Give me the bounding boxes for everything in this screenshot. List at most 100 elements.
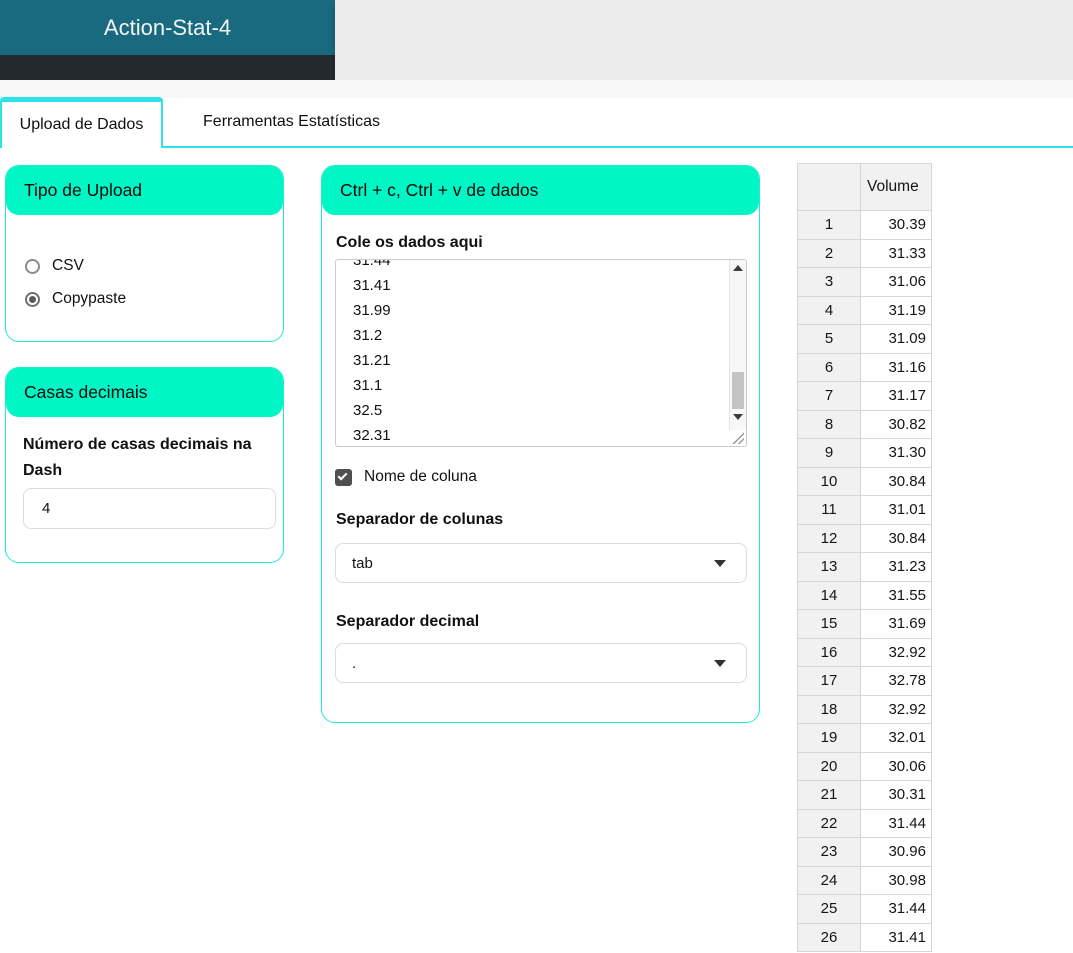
table-row: 2030.06 (798, 752, 932, 781)
row-value-cell[interactable]: 30.31 (861, 781, 932, 810)
row-index-cell: 16 (798, 638, 861, 667)
table-row: 931.30 (798, 439, 932, 468)
row-index-cell: 26 (798, 923, 861, 952)
card-title: Tipo de Upload (24, 180, 142, 201)
table-row: 1431.55 (798, 581, 932, 610)
radio-option-copypaste[interactable]: Copypaste (25, 290, 283, 308)
decimal-separator-dropdown[interactable]: . (335, 643, 747, 683)
column-name-checkbox[interactable] (335, 469, 352, 486)
row-value-cell[interactable]: 30.96 (861, 838, 932, 867)
paste-textarea-content: 31.44 31.41 31.99 31.2 31.21 31.1 32.5 3… (336, 259, 746, 447)
radio-option-csv[interactable]: CSV (25, 257, 283, 275)
decimals-input[interactable]: 4 (23, 488, 276, 529)
resize-grip-icon[interactable] (731, 431, 744, 444)
row-index-cell: 18 (798, 695, 861, 724)
row-value-cell[interactable]: 30.84 (861, 524, 932, 553)
scroll-up-icon[interactable] (733, 265, 743, 271)
row-index-cell: 21 (798, 781, 861, 810)
row-index-cell: 4 (798, 296, 861, 325)
row-index-cell: 15 (798, 610, 861, 639)
row-index-cell: 14 (798, 581, 861, 610)
row-value-cell[interactable]: 31.19 (861, 296, 932, 325)
checkbox-label: Nome de coluna (364, 468, 477, 486)
table-row: 130.39 (798, 211, 932, 240)
row-index-cell: 22 (798, 809, 861, 838)
scroll-down-icon[interactable] (733, 414, 743, 420)
paste-data-card: Ctrl + c, Ctrl + v de dados Cole os dado… (321, 165, 760, 723)
table-row: 1732.78 (798, 667, 932, 696)
table-row: 1832.92 (798, 695, 932, 724)
table-row: 1531.69 (798, 610, 932, 639)
table-row: 631.16 (798, 353, 932, 382)
textarea-scrollbar[interactable] (729, 260, 746, 430)
radio-label: Copypaste (52, 290, 126, 308)
row-value-cell[interactable]: 31.41 (861, 923, 932, 952)
app-logo-banner: Action-Stat-4 (0, 0, 335, 55)
row-value-cell[interactable]: 31.33 (861, 239, 932, 268)
row-value-cell[interactable]: 32.78 (861, 667, 932, 696)
chevron-down-icon (714, 560, 726, 567)
row-value-cell[interactable]: 31.55 (861, 581, 932, 610)
row-index-cell: 17 (798, 667, 861, 696)
row-value-cell[interactable]: 31.23 (861, 553, 932, 582)
row-index-cell: 9 (798, 439, 861, 468)
row-value-cell[interactable]: 30.39 (861, 211, 932, 240)
volume-column-header: Volume (861, 164, 932, 211)
radio-icon[interactable] (25, 292, 40, 307)
radio-icon[interactable] (25, 259, 40, 274)
row-value-cell[interactable]: 31.01 (861, 496, 932, 525)
row-value-cell[interactable]: 30.06 (861, 752, 932, 781)
radio-label: CSV (52, 257, 84, 275)
column-separator-label: Separador de colunas (336, 511, 503, 529)
scrollbar-thumb[interactable] (732, 372, 744, 409)
row-index-cell: 24 (798, 866, 861, 895)
row-value-cell[interactable]: 31.30 (861, 439, 932, 468)
table-row: 1131.01 (798, 496, 932, 525)
row-value-cell[interactable]: 31.44 (861, 895, 932, 924)
table-row: 531.09 (798, 325, 932, 354)
row-value-cell[interactable]: 31.44 (861, 809, 932, 838)
row-value-cell[interactable]: 30.82 (861, 410, 932, 439)
column-separator-dropdown[interactable]: tab (335, 543, 747, 583)
row-value-cell[interactable]: 30.98 (861, 866, 932, 895)
row-index-cell: 25 (798, 895, 861, 924)
table-row: 1230.84 (798, 524, 932, 553)
table-row: 1932.01 (798, 724, 932, 753)
column-name-checkbox-row[interactable]: Nome de coluna (335, 468, 477, 486)
row-index-cell: 5 (798, 325, 861, 354)
row-value-cell[interactable]: 30.84 (861, 467, 932, 496)
row-value-cell[interactable]: 31.16 (861, 353, 932, 382)
paste-card-header: Ctrl + c, Ctrl + v de dados (322, 166, 759, 215)
table-row: 2631.41 (798, 923, 932, 952)
table-row: 2531.44 (798, 895, 932, 924)
table-row: 731.17 (798, 382, 932, 411)
row-value-cell[interactable]: 32.01 (861, 724, 932, 753)
card-title: Casas decimais (24, 382, 148, 403)
row-index-cell: 1 (798, 211, 861, 240)
paste-textarea[interactable]: 31.44 31.41 31.99 31.2 31.21 31.1 32.5 3… (335, 259, 747, 447)
app-title: Action-Stat-4 (104, 15, 231, 41)
paste-textarea-label: Cole os dados aqui (336, 234, 483, 252)
volume-data-table: Volume 130.39231.33331.06431.19531.09631… (797, 163, 932, 952)
row-value-cell[interactable]: 31.17 (861, 382, 932, 411)
row-index-cell: 10 (798, 467, 861, 496)
table-row: 1331.23 (798, 553, 932, 582)
table-row: 1632.92 (798, 638, 932, 667)
table-row: 830.82 (798, 410, 932, 439)
chevron-down-icon (714, 660, 726, 667)
tab-ferramentas-estatisticas[interactable]: Ferramentas Estatísticas (163, 97, 420, 146)
row-index-cell: 11 (798, 496, 861, 525)
row-value-cell[interactable]: 32.92 (861, 638, 932, 667)
table-row: 1030.84 (798, 467, 932, 496)
row-value-cell[interactable]: 32.92 (861, 695, 932, 724)
row-value-cell[interactable]: 31.09 (861, 325, 932, 354)
row-index-cell: 19 (798, 724, 861, 753)
row-value-cell[interactable]: 31.06 (861, 268, 932, 297)
data-table-body: 130.39231.33331.06431.19531.09631.16731.… (798, 211, 932, 952)
tab-upload-de-dados[interactable]: Upload de Dados (0, 97, 163, 148)
row-index-cell: 23 (798, 838, 861, 867)
decimals-input-value: 4 (42, 500, 50, 517)
card-title: Ctrl + c, Ctrl + v de dados (340, 180, 538, 201)
row-value-cell[interactable]: 31.69 (861, 610, 932, 639)
decimals-field-label: Número de casas decimais na Dash (23, 432, 266, 483)
